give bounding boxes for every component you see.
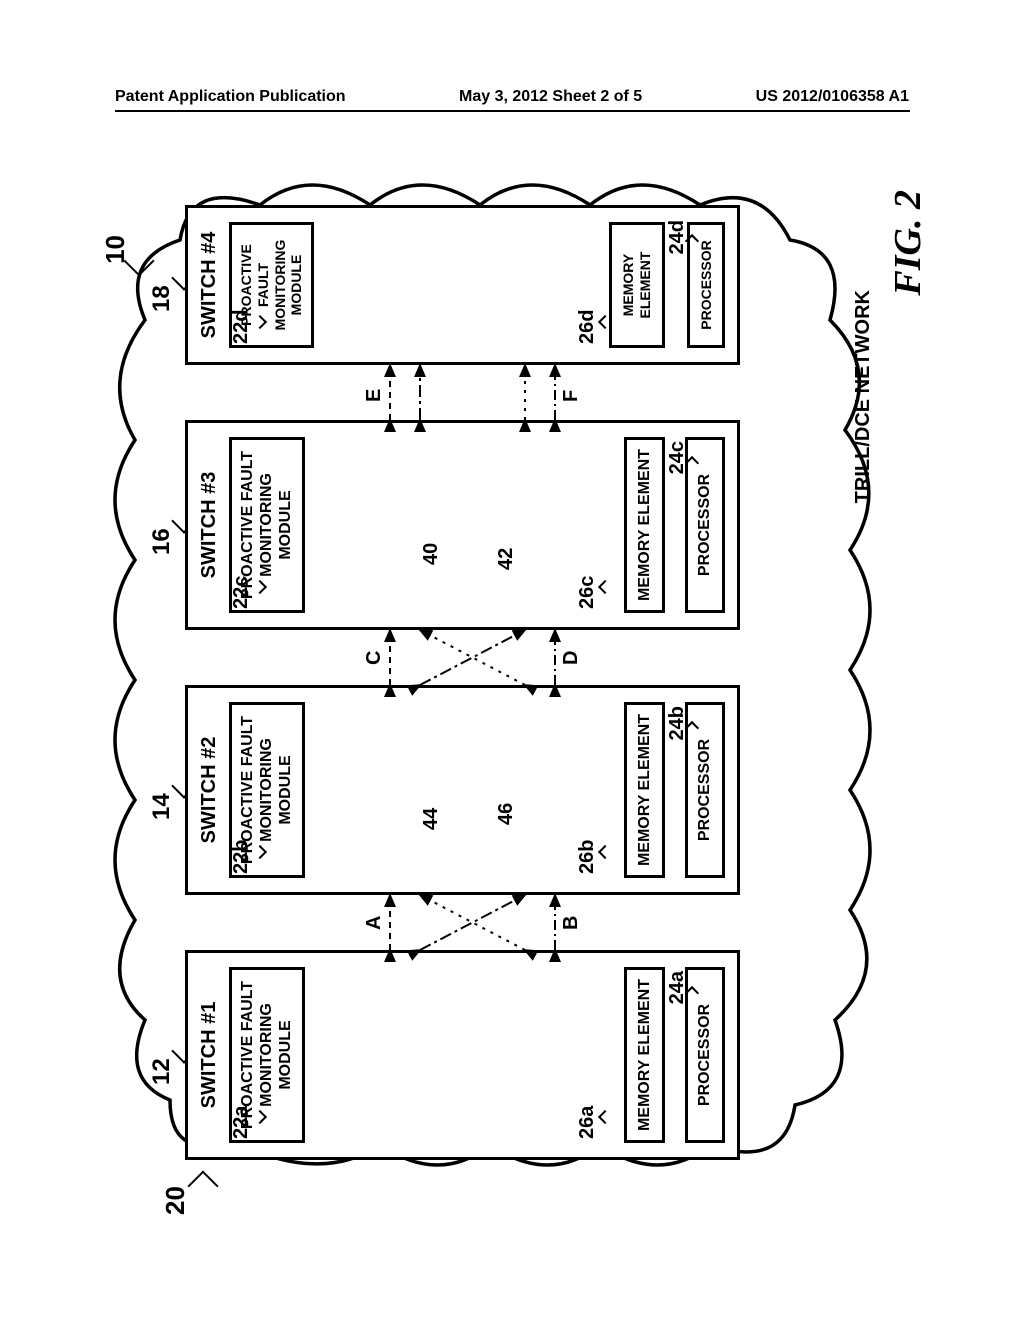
ref-22a: 22a — [230, 1106, 253, 1139]
ref-20: 20 — [160, 1186, 191, 1215]
port-C: C — [363, 651, 386, 665]
switch-4: SWITCH #4 22d PROACTIVE FAULT MONITORING… — [185, 205, 740, 365]
switch-2-title: SWITCH #2 — [188, 688, 221, 892]
diagram-canvas: 10 20 12 14 16 18 SWITCH #1 22a PROACTIV… — [90, 160, 935, 1220]
switch-3: SWITCH #3 22c PROACTIVE FAULT MONITORING… — [185, 420, 740, 630]
ref-18: 18 — [148, 285, 176, 312]
switch-4-title: SWITCH #4 — [188, 208, 221, 362]
switch-2: SWITCH #2 22b PROACTIVE FAULT MONITORING… — [185, 685, 740, 895]
ref-26b-hook — [598, 845, 612, 859]
port-A: A — [363, 916, 386, 930]
ref-26c: 26c — [576, 576, 599, 609]
switch-4-memory: MEMORY ELEMENT — [609, 222, 665, 348]
ref-26b: 26b — [576, 840, 599, 874]
port-B: B — [560, 916, 583, 930]
ref-26d: 26d — [576, 310, 599, 344]
page-header: Patent Application Publication May 3, 20… — [0, 88, 1024, 106]
ref-40: 40 — [420, 543, 443, 565]
ref-26c-hook — [598, 580, 612, 594]
ref-26a-hook — [598, 1110, 612, 1124]
switch-3-title: SWITCH #3 — [188, 423, 221, 627]
switch-3-memory: MEMORY ELEMENT — [624, 437, 665, 613]
ref-14: 14 — [148, 793, 176, 820]
port-F: F — [560, 390, 583, 402]
ref-42: 42 — [495, 548, 518, 570]
port-E: E — [363, 389, 386, 402]
ref-26a: 26a — [576, 1106, 599, 1139]
header-center: May 3, 2012 Sheet 2 of 5 — [459, 88, 642, 106]
ref-46: 46 — [495, 803, 518, 825]
port-D: D — [560, 651, 583, 665]
switch-2-processor: PROCESSOR — [685, 702, 725, 878]
switch-4-processor: PROCESSOR — [687, 222, 725, 348]
network-label: TRILL/DCE NETWORK — [852, 290, 875, 503]
switch-1-processor: PROCESSOR — [685, 967, 725, 1143]
ref-22c: 22c — [230, 576, 253, 609]
switch-3-processor: PROCESSOR — [685, 437, 725, 613]
ref-12: 12 — [148, 1058, 176, 1085]
ref-22b: 22b — [230, 840, 253, 874]
switch-1-memory: MEMORY ELEMENT — [624, 967, 665, 1143]
figure-label: FIG. 2 — [886, 190, 930, 296]
header-right: US 2012/0106358 A1 — [756, 88, 909, 106]
header-rule — [115, 110, 910, 112]
ref-10: 10 — [100, 235, 131, 264]
ref-16: 16 — [148, 528, 176, 555]
ref-22d: 22d — [230, 310, 253, 344]
switch-1-title: SWITCH #1 — [188, 953, 221, 1157]
ref-44: 44 — [420, 808, 443, 830]
diagram-viewport: 10 20 12 14 16 18 SWITCH #1 22a PROACTIV… — [90, 160, 935, 1220]
header-left: Patent Application Publication — [115, 88, 346, 106]
switch-2-memory: MEMORY ELEMENT — [624, 702, 665, 878]
switch-1: SWITCH #1 22a PROACTIVE FAULT MONITORING… — [185, 950, 740, 1160]
ref-24d: 24d — [666, 220, 689, 254]
